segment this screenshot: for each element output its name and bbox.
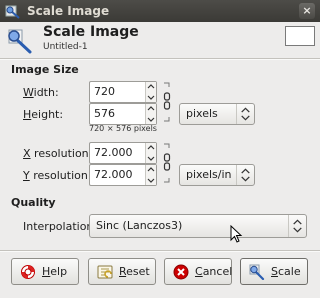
spin-down-icon[interactable] xyxy=(146,92,156,102)
height-spinner[interactable] xyxy=(145,104,156,124)
size-unit-value: pixels xyxy=(186,107,218,120)
quality-section-label: Quality xyxy=(11,196,56,209)
mouse-pointer-icon xyxy=(230,225,243,243)
size-unit-select[interactable]: pixels xyxy=(179,103,255,125)
height-label: Height: xyxy=(23,108,64,121)
spin-up-icon[interactable] xyxy=(146,143,156,153)
dialog-title: Scale Image xyxy=(43,24,139,40)
x-resolution-value: 72.000 xyxy=(94,146,133,159)
scale-button[interactable]: Scale xyxy=(240,258,308,285)
y-resolution-spinner[interactable] xyxy=(145,165,156,185)
interpolation-value: Sinc (Lanczos3) xyxy=(96,219,183,232)
help-label: Help xyxy=(42,265,68,278)
window-close-button[interactable]: × xyxy=(299,3,315,19)
close-icon: × xyxy=(302,4,312,17)
help-button[interactable]: Help xyxy=(11,258,79,285)
buttons-separator xyxy=(0,250,320,252)
y-resolution-label: Y resolution: xyxy=(23,169,92,182)
spin-up-icon[interactable] xyxy=(146,165,156,175)
reset-label: Reset xyxy=(119,265,150,278)
scale-image-icon xyxy=(8,29,32,54)
interpolation-label: Interpolation: xyxy=(23,220,98,233)
width-spinner[interactable] xyxy=(145,82,156,102)
width-label: Width: xyxy=(23,86,59,99)
image-name: Untitled-1 xyxy=(43,42,88,52)
cancel-icon xyxy=(173,264,189,280)
resolution-unit-value: pixels/in xyxy=(186,168,232,181)
x-resolution-spinner[interactable] xyxy=(145,143,156,163)
x-resolution-input[interactable]: 72.000 xyxy=(89,142,157,164)
y-resolution-input[interactable]: 72.000 xyxy=(89,164,157,186)
pixel-size-summary: 720 × 576 pixels xyxy=(89,124,157,133)
size-chain-link-icon[interactable] xyxy=(162,82,172,122)
spin-up-icon[interactable] xyxy=(146,82,156,92)
scale-image-app-icon xyxy=(5,5,20,19)
updown-arrows-icon xyxy=(236,104,250,124)
image-preview-thumbnail xyxy=(285,26,315,46)
spin-down-icon[interactable] xyxy=(146,175,156,185)
width-value: 720 xyxy=(94,85,115,98)
cancel-label: Cancel xyxy=(195,265,233,278)
height-value: 576 xyxy=(94,107,115,120)
y-resolution-value: 72.000 xyxy=(94,168,133,181)
reset-icon xyxy=(97,265,113,279)
resolution-chain-link-icon[interactable] xyxy=(162,143,172,183)
help-lifebuoy-icon xyxy=(21,265,35,279)
width-input[interactable]: 720 xyxy=(89,81,157,103)
updown-arrows-icon xyxy=(236,165,250,185)
image-size-section-label: Image Size xyxy=(11,63,79,76)
updown-arrows-icon xyxy=(288,215,302,237)
interpolation-select[interactable]: Sinc (Lanczos3) xyxy=(89,214,307,238)
window-title: Scale Image xyxy=(27,4,110,18)
header-separator xyxy=(0,58,320,60)
spin-down-icon[interactable] xyxy=(146,114,156,124)
height-input[interactable]: 576 xyxy=(89,103,157,125)
resolution-unit-select[interactable]: pixels/in xyxy=(179,164,255,186)
scale-label: Scale xyxy=(271,265,301,278)
scale-icon xyxy=(249,264,265,280)
window-titlebar[interactable]: Scale Image × xyxy=(0,0,320,22)
reset-button[interactable]: Reset xyxy=(88,258,156,285)
spin-down-icon[interactable] xyxy=(146,153,156,163)
x-resolution-label: X resolution: xyxy=(23,147,93,160)
cancel-button[interactable]: Cancel xyxy=(164,258,232,285)
spin-up-icon[interactable] xyxy=(146,104,156,114)
